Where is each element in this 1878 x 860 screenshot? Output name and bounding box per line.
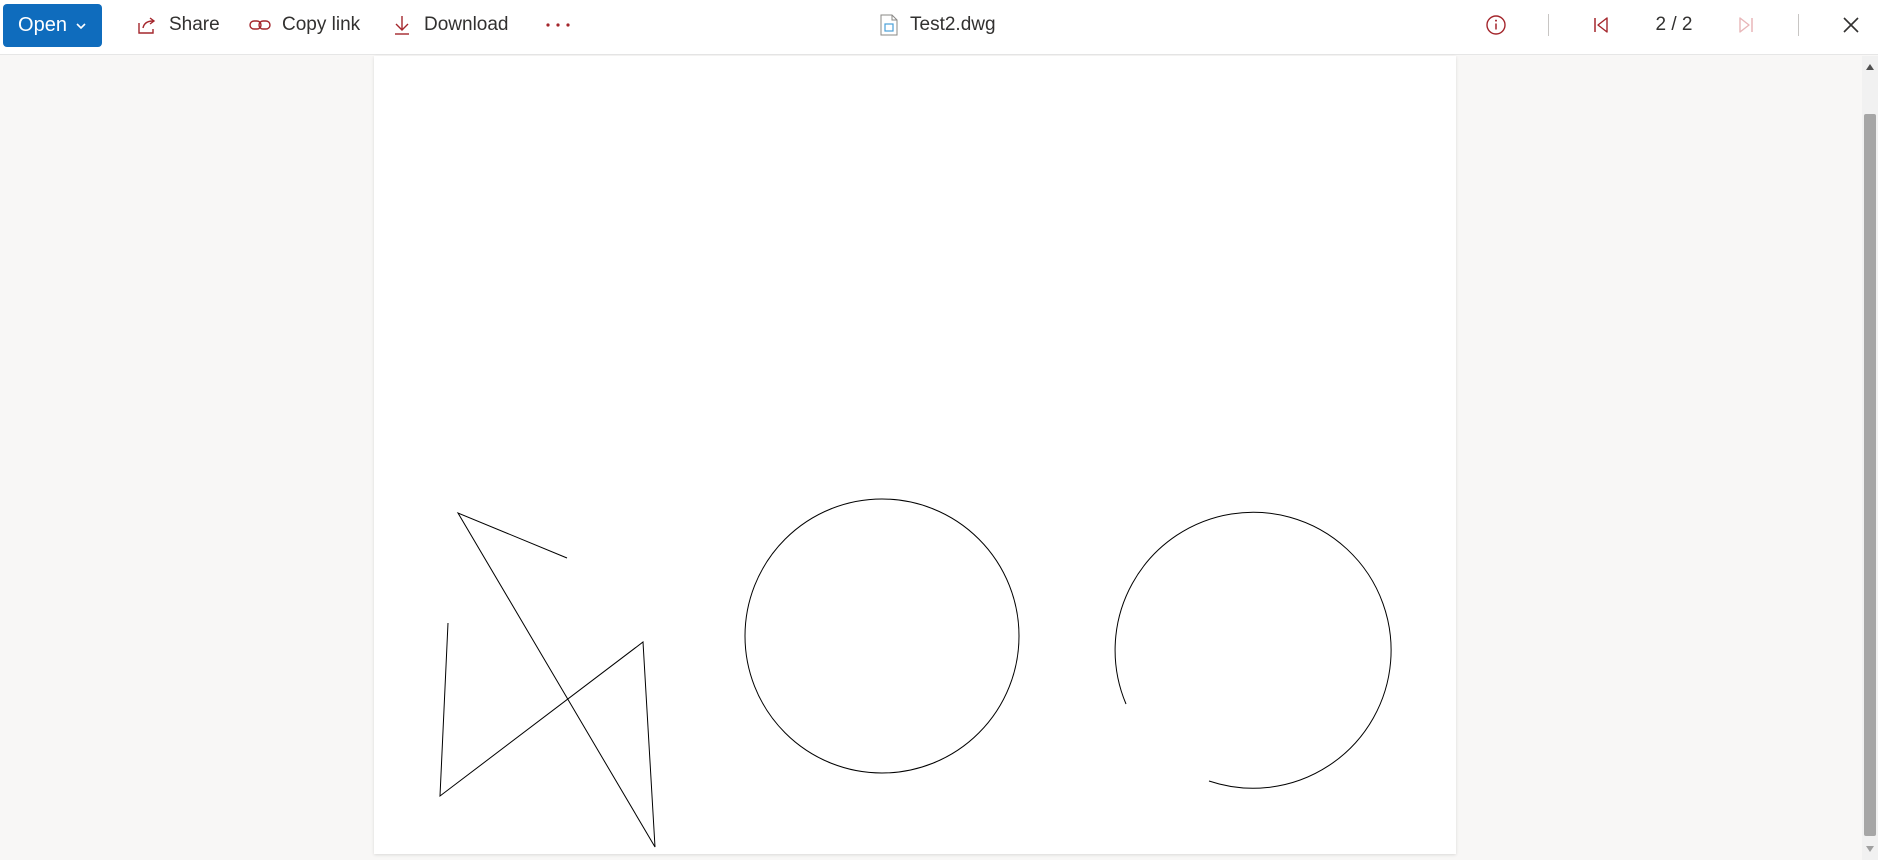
copy-link-button[interactable]: Copy link	[248, 8, 360, 42]
triangle-up-icon	[1866, 64, 1874, 70]
share-button[interactable]: Share	[135, 8, 220, 42]
command-bar: Open Share Copy link Download Test2.dwg …	[0, 0, 1878, 55]
share-icon	[138, 17, 156, 34]
scroll-thumb[interactable]	[1864, 114, 1876, 836]
close-icon	[1843, 17, 1859, 33]
divider	[1798, 14, 1799, 36]
open-button-label: Open	[18, 14, 67, 36]
more-options-button[interactable]	[543, 10, 573, 40]
skip-to-first-icon	[1594, 17, 1608, 33]
file-name: Test2.dwg	[910, 14, 996, 35]
close-button[interactable]	[1836, 10, 1866, 40]
arc-shape	[1114, 511, 1392, 789]
open-button[interactable]: Open	[3, 4, 102, 47]
dwg-file-icon	[880, 14, 898, 36]
triangle-down-icon	[1866, 846, 1874, 852]
circle-shape	[744, 498, 1020, 774]
polyline-shape	[439, 511, 656, 848]
vertical-scrollbar[interactable]	[1862, 56, 1878, 860]
more-horizontal-icon	[546, 23, 570, 27]
last-page-button[interactable]	[1731, 10, 1761, 40]
first-page-button[interactable]	[1586, 10, 1616, 40]
drawing-canvas	[439, 498, 1392, 848]
drawing-sheet	[374, 56, 1456, 854]
download-label: Download	[424, 14, 509, 35]
link-icon	[249, 20, 271, 30]
scroll-up-button[interactable]	[1862, 60, 1878, 74]
scroll-down-button[interactable]	[1862, 842, 1878, 856]
file-title: Test2.dwg	[880, 10, 996, 40]
skip-to-last-icon	[1739, 17, 1753, 33]
download-icon	[395, 16, 409, 35]
page-indicator: 2 / 2	[1650, 10, 1698, 40]
chevron-down-icon	[76, 22, 86, 29]
download-button[interactable]: Download	[390, 8, 509, 42]
drawing-viewport[interactable]	[0, 56, 1862, 860]
copy-link-label: Copy link	[282, 14, 361, 35]
divider	[1548, 14, 1549, 36]
share-label: Share	[169, 14, 220, 35]
page-indicator-label: 2 / 2	[1655, 14, 1693, 35]
info-icon	[1486, 15, 1506, 35]
info-button[interactable]	[1481, 10, 1511, 40]
